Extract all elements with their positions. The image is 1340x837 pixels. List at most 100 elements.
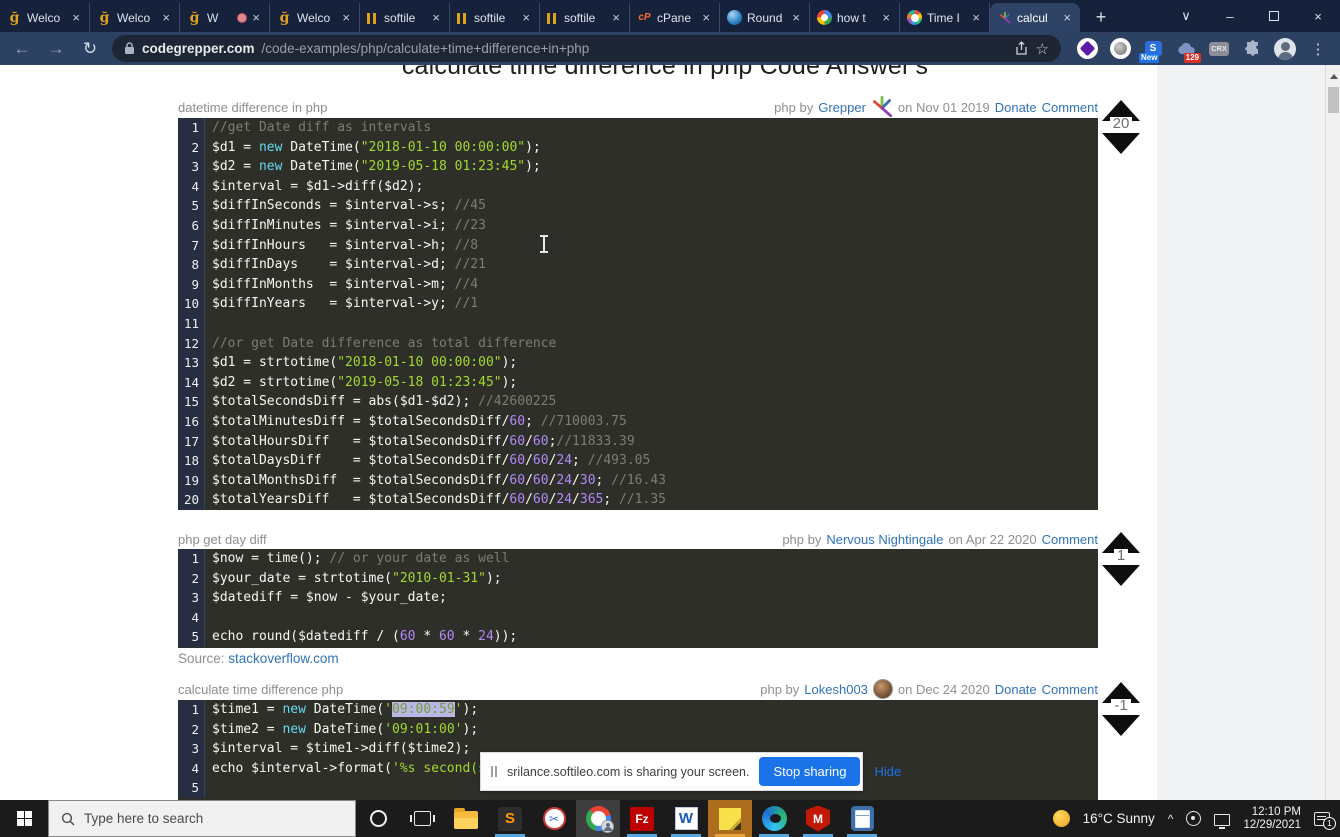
browser-tab[interactable]: softile× (360, 3, 450, 32)
browser-tab[interactable]: Welco× (90, 3, 180, 32)
browser-tab[interactable]: Time I× (900, 3, 990, 32)
file-explorer-button[interactable] (444, 800, 488, 837)
author-link[interactable]: Lokesh003 (804, 682, 868, 697)
tab-close-icon[interactable]: × (340, 10, 352, 25)
comment-link[interactable]: Comment (1042, 100, 1098, 115)
tab-close-icon[interactable]: × (700, 10, 712, 25)
scrollbar-thumb[interactable] (1328, 87, 1339, 113)
start-button[interactable] (0, 800, 48, 837)
edge-button[interactable] (752, 800, 796, 837)
cloud-extension-icon[interactable]: 129 (1174, 36, 1198, 62)
browser-tab[interactable]: calcul× (990, 3, 1080, 32)
tray-chevron-icon[interactable]: ^ (1168, 812, 1174, 826)
network-icon[interactable] (1214, 814, 1230, 826)
comment-link[interactable]: Comment (1042, 532, 1098, 547)
tab-title: calcul (1017, 11, 1059, 25)
code-line: 4 (178, 608, 1098, 628)
browser-tab[interactable]: how t× (810, 3, 900, 32)
folder-icon (454, 811, 478, 829)
browser-tab[interactable]: Welco× (270, 3, 360, 32)
donate-link[interactable]: Donate (995, 100, 1037, 115)
tab-close-icon[interactable]: × (880, 10, 892, 25)
filezilla-icon: Fz (630, 807, 654, 831)
source-link[interactable]: stackoverflow.com (228, 651, 338, 666)
back-button[interactable]: ← (10, 39, 34, 59)
close-window-button[interactable]: × (1296, 0, 1340, 32)
profile-avatar[interactable] (1273, 36, 1297, 62)
crx-extension-icon[interactable]: CRX (1207, 36, 1231, 62)
cortana-button[interactable] (356, 800, 400, 837)
new-tab-button[interactable]: + (1086, 3, 1116, 32)
s-extension-icon[interactable]: SNew (1141, 36, 1165, 62)
mcafee-button[interactable]: M (796, 800, 840, 837)
tab-close-icon[interactable]: × (160, 10, 172, 25)
tab-title: Welco (27, 11, 68, 25)
word-button[interactable]: W (664, 800, 708, 837)
screen-cast-icon[interactable] (1186, 811, 1201, 826)
donate-link[interactable]: Donate (995, 682, 1037, 697)
weather-text[interactable]: 16°C Sunny (1083, 811, 1155, 826)
goldg-favicon-icon (97, 10, 112, 25)
share-icon[interactable] (1014, 41, 1029, 56)
vertical-scrollbar[interactable] (1325, 65, 1340, 800)
browser-toolbar: ← → ↻ codegrepper.com/code-examples/php/… (0, 32, 1340, 65)
comment-link[interactable]: Comment (1042, 682, 1098, 697)
tab-close-icon[interactable]: × (1061, 10, 1073, 25)
address-bar[interactable]: codegrepper.com/code-examples/php/calcul… (112, 35, 1061, 62)
search-icon (61, 812, 75, 826)
taskbar-clock[interactable]: 12:10 PM 12/29/2021 (1243, 806, 1301, 832)
extensions-row: SNew 129 CRX ⋮ (1075, 36, 1330, 62)
tab-close-icon[interactable]: × (970, 10, 982, 25)
code-line: 1//get Date diff as intervals (178, 118, 1098, 138)
weather-sun-icon[interactable] (1053, 810, 1070, 827)
tab-close-icon[interactable]: × (520, 10, 532, 25)
code-line: 5$diffInSeconds = $interval->s; //45 (178, 196, 1098, 216)
reload-button[interactable]: ↻ (78, 39, 102, 59)
downvote-button[interactable] (1102, 133, 1140, 154)
meta-date: on Apr 22 2020 (948, 532, 1036, 547)
sticky-notes-button[interactable] (708, 800, 752, 837)
code-line: 16$totalMinutesDiff = $totalSecondsDiff/… (178, 412, 1098, 432)
tab-title: softile (474, 11, 518, 25)
chrome-button[interactable] (576, 800, 620, 837)
author-link[interactable]: Nervous Nightingale (826, 532, 943, 547)
shield-icon: M (806, 806, 830, 832)
browser-tab[interactable]: softile× (540, 3, 630, 32)
sphere-extension-icon[interactable] (1108, 36, 1132, 62)
author-link[interactable]: Grepper (818, 100, 866, 115)
browser-tab[interactable]: cPane× (630, 3, 720, 32)
stop-sharing-button[interactable]: Stop sharing (759, 757, 860, 786)
puzzle-extensions-icon[interactable] (1240, 36, 1264, 62)
tab-close-icon[interactable]: × (430, 10, 442, 25)
downvote-button[interactable] (1102, 565, 1140, 586)
browser-tab[interactable]: Welco× (0, 3, 90, 32)
browser-menu-icon[interactable]: ⋮ (1306, 36, 1330, 62)
forward-button[interactable]: → (44, 39, 68, 59)
tab-search-icon[interactable]: ∨ (1164, 0, 1208, 32)
maximize-button[interactable] (1252, 0, 1296, 32)
screen: Welco×Welco×W×Welco×softile×softile×soft… (0, 0, 1340, 837)
downvote-button[interactable] (1102, 715, 1140, 736)
sublime-text-button[interactable]: S (488, 800, 532, 837)
tab-close-icon[interactable]: × (610, 10, 622, 25)
filezilla-button[interactable]: Fz (620, 800, 664, 837)
bookmark-star-icon[interactable]: ☆ (1036, 40, 1049, 58)
task-view-button[interactable] (400, 800, 444, 837)
browser-tab[interactable]: W× (180, 3, 270, 32)
taskbar-search-input[interactable]: Type here to search (48, 800, 356, 837)
purple-extension-icon[interactable] (1075, 36, 1099, 62)
notification-center-icon[interactable]: 1 (1314, 812, 1330, 826)
browser-tab[interactable]: softile× (450, 3, 540, 32)
hide-link[interactable]: Hide (874, 764, 901, 779)
scroll-up-icon[interactable] (1330, 74, 1338, 79)
tab-close-icon[interactable]: × (70, 10, 82, 25)
snipping-tool-button[interactable]: ✂ (532, 800, 576, 837)
minimize-button[interactable]: – (1208, 0, 1252, 32)
task-view-icon (414, 811, 431, 826)
calculator-button[interactable] (840, 800, 884, 837)
answer-header: calculate time difference php php by Lok… (178, 680, 1098, 698)
tab-close-icon[interactable]: × (250, 10, 262, 25)
vote-widget: 20 (1101, 100, 1141, 154)
tab-close-icon[interactable]: × (790, 10, 802, 25)
browser-tab[interactable]: Round× (720, 3, 810, 32)
